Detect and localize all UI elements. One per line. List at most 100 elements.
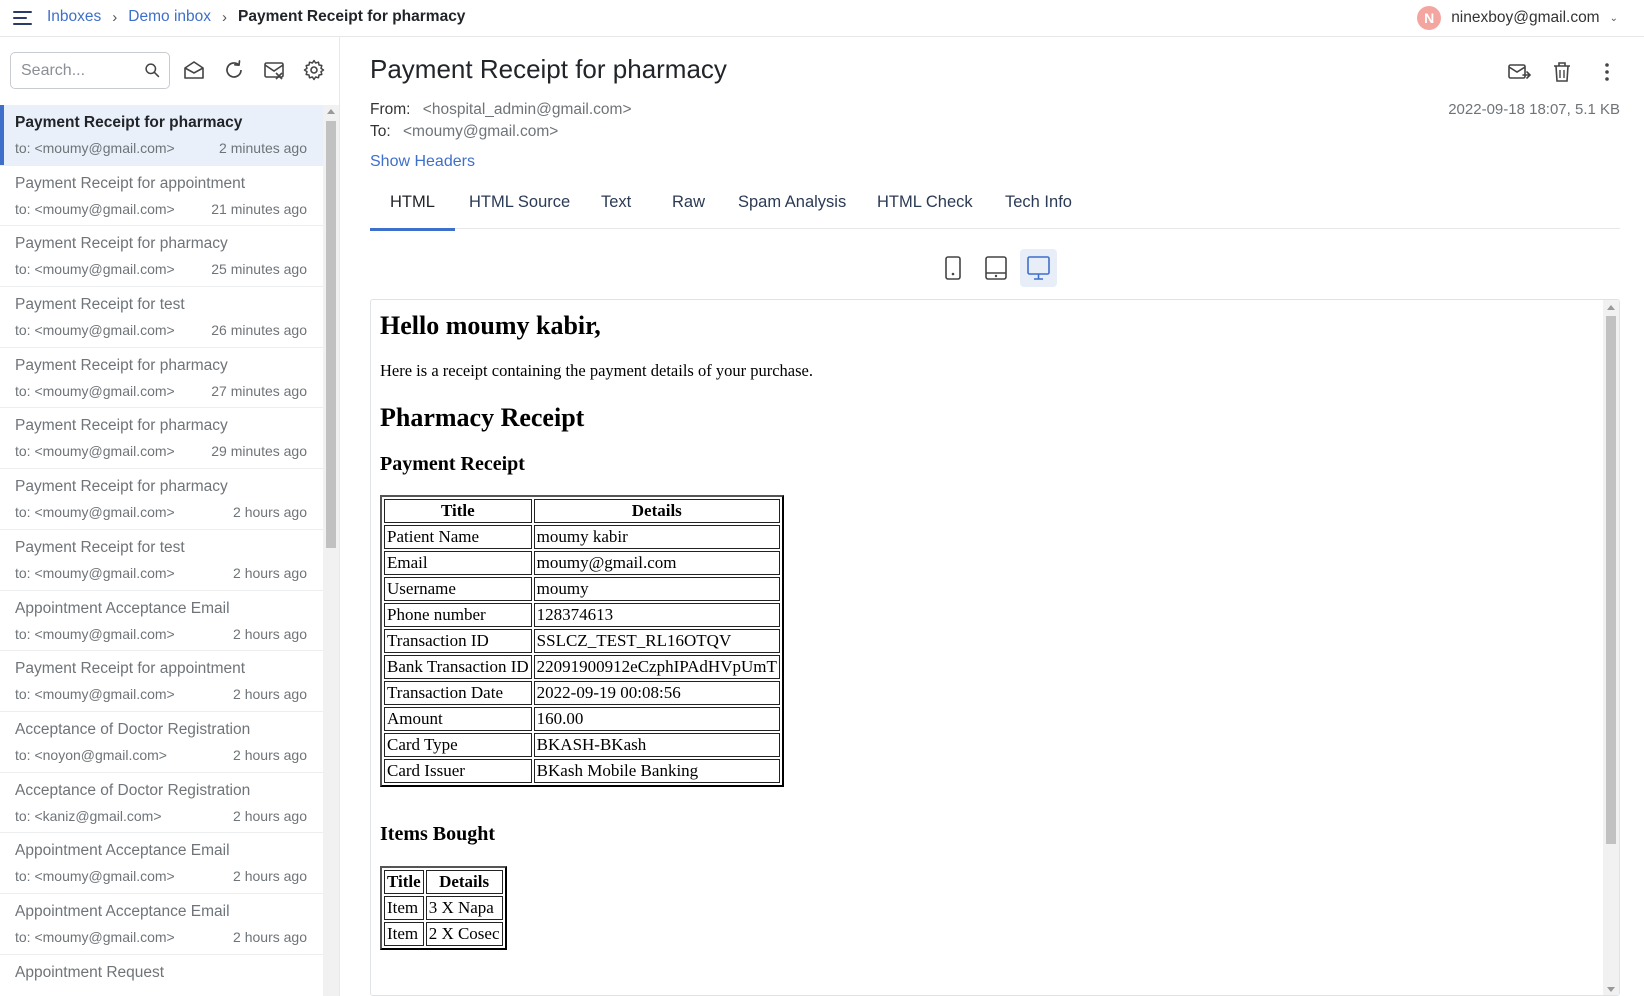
table-cell: moumy [533,577,780,601]
avatar: N [1417,6,1442,30]
message-list-item[interactable]: Payment Receipt for pharmacy to: <moumy@g… [0,348,339,409]
to-label: To: [370,123,391,140]
tab-spam-analysis[interactable]: Spam Analysis [718,183,866,229]
scroll-up-icon[interactable] [327,109,335,114]
tab-raw[interactable]: Raw [652,183,725,229]
message-list-item[interactable]: Payment Receipt for pharmacy to: <moumy@g… [0,408,339,470]
message-list-item[interactable]: Payment Receipt for appointment to: <moum… [0,166,339,227]
table-cell: 22091900912eCzphIPAdHVpUmT [533,655,780,679]
table-row: Phone number 128374613 [384,603,780,627]
message-time: 2 hours ago [233,686,307,703]
message-time: 2 minutes ago [219,140,307,156]
table-row: Transaction Date 2022-09-19 00:08:56 [384,681,780,705]
message-time: 27 minutes ago [211,382,307,399]
table-row: Username moumy [384,577,780,601]
message-subject-preview: Appointment Acceptance Email [15,599,230,617]
message-list-item[interactable]: Payment Receipt for test to: <moumy@gmail… [0,287,339,348]
menu-icon[interactable] [12,8,34,28]
table-row: Card Issuer BKash Mobile Banking [384,759,780,783]
gear-icon[interactable] [302,58,326,82]
table-cell: Card Issuer [384,759,532,783]
message-list-item[interactable]: Payment Receipt for test to: <moumy@gmail… [0,530,339,591]
search-input[interactable] [21,60,141,82]
tab-tech-info[interactable]: Tech Info [985,183,1092,229]
search-icon[interactable] [144,62,161,79]
table-cell: Card Type [384,733,532,757]
table-cell: moumy@gmail.com [533,551,780,575]
table-header-row: Title Details [384,499,780,523]
show-headers-link[interactable]: Show Headers [370,153,475,171]
table-row: Item 2 X Cosec [384,922,503,946]
tab-html-source[interactable]: HTML Source [449,183,590,229]
message-list-scrollbar[interactable] [323,105,339,996]
table-cell: Patient Name [384,525,532,549]
table-cell: Phone number [384,603,532,627]
sidebar-toolbar [0,37,339,105]
breadcrumb-inboxes[interactable]: Inboxes [47,8,101,26]
table-header-cell: Details [533,499,780,523]
tablet-view-icon[interactable] [977,249,1014,287]
message-list-item[interactable]: Acceptance of Doctor Registration to: <no… [0,712,339,773]
scroll-up-icon[interactable] [1607,305,1615,310]
message-recipient: to: <moumy@gmail.com> [15,443,175,460]
message-subject-preview: Payment Receipt for pharmacy [15,114,243,131]
message-list-item[interactable]: Payment Receipt for pharmacy to: <moumy@g… [0,226,339,288]
table-cell: 2022-09-19 00:08:56 [533,681,780,705]
table-cell: 128374613 [533,603,780,627]
message-recipient: to: <moumy@gmail.com> [15,382,175,399]
message-list-item[interactable]: Appointment Acceptance Email to: <moumy@g… [0,894,339,955]
message-list-item[interactable]: Appointment Acceptance Email to: <moumy@g… [0,591,339,652]
message-time: 2 hours ago [233,928,307,945]
table-row: Amount 160.00 [384,707,780,731]
scrollbar-thumb[interactable] [326,121,336,548]
scroll-down-icon[interactable] [1607,987,1615,992]
message-subject-preview: Payment Receipt for pharmacy [15,235,228,253]
to-row: To: <moumy@gmail.com> [370,123,558,141]
tab-text[interactable]: Text [581,183,651,229]
message-time: 21 minutes ago [211,200,307,217]
tab-html-check[interactable]: HTML Check [857,183,993,229]
message-recipient: to: <kaniz@gmail.com> [15,807,162,824]
table-cell: Item [384,922,424,946]
table-cell: Username [384,577,532,601]
view-tabs: HTML HTML Source Text Raw Spam Analysis HTML … [370,183,1620,231]
breadcrumb-separator-icon: › [222,8,228,26]
message-recipient: to: <moumy@gmail.com> [15,261,175,278]
message-list-item[interactable]: Payment Receipt for pharmacy to: <moumy@g… [0,105,339,166]
search-box [10,52,170,89]
refresh-icon[interactable] [222,58,246,82]
more-options-icon[interactable] [1594,59,1620,85]
breadcrumb-demo-inbox[interactable]: Demo inbox [128,8,211,26]
to-value: <moumy@gmail.com> [403,123,559,140]
scrollbar-thumb[interactable] [1606,316,1616,844]
message-list-item[interactable]: Appointment Request [0,955,339,996]
message-time: 26 minutes ago [211,322,307,339]
trash-icon[interactable] [1549,59,1575,85]
table-cell: Transaction Date [384,681,532,705]
mark-all-read-icon[interactable] [182,58,206,82]
receipt-heading: Pharmacy Receipt [380,403,585,432]
breadcrumb-separator-icon: › [112,8,118,26]
message-recipient: to: <noyon@gmail.com> [15,746,167,763]
forward-email-icon[interactable] [1506,59,1532,85]
table-header-row: Title Details [384,870,503,894]
message-list-item[interactable]: Acceptance of Doctor Registration to: <ka… [0,773,339,834]
table-cell: SSLCZ_TEST_RL16OTQV [533,629,780,653]
table-cell: 160.00 [533,707,780,731]
message-recipient: to: <moumy@gmail.com> [15,564,175,581]
phone-view-icon[interactable] [934,249,971,287]
table-cell: moumy kabir [533,525,780,549]
user-menu[interactable]: N ninexboy@gmail.com ⌄ [1417,6,1618,30]
desktop-view-icon[interactable] [1020,249,1057,287]
table-row: Transaction ID SSLCZ_TEST_RL16OTQV [384,629,780,653]
message-recipient: to: <moumy@gmail.com> [15,868,175,885]
preview-scrollbar[interactable] [1603,300,1619,995]
email-intro: Here is a receipt containing the payment… [380,361,813,380]
clear-inbox-icon[interactable] [262,58,286,82]
message-list-item[interactable]: Payment Receipt for appointment to: <moum… [0,651,339,712]
tab-html[interactable]: HTML [370,183,455,231]
table-cell: Email [384,551,532,575]
message-list-item[interactable]: Payment Receipt for pharmacy to: <moumy@g… [0,469,339,530]
message-list-item[interactable]: Appointment Acceptance Email to: <moumy@g… [0,833,339,894]
message-time: 2 hours ago [233,746,307,763]
